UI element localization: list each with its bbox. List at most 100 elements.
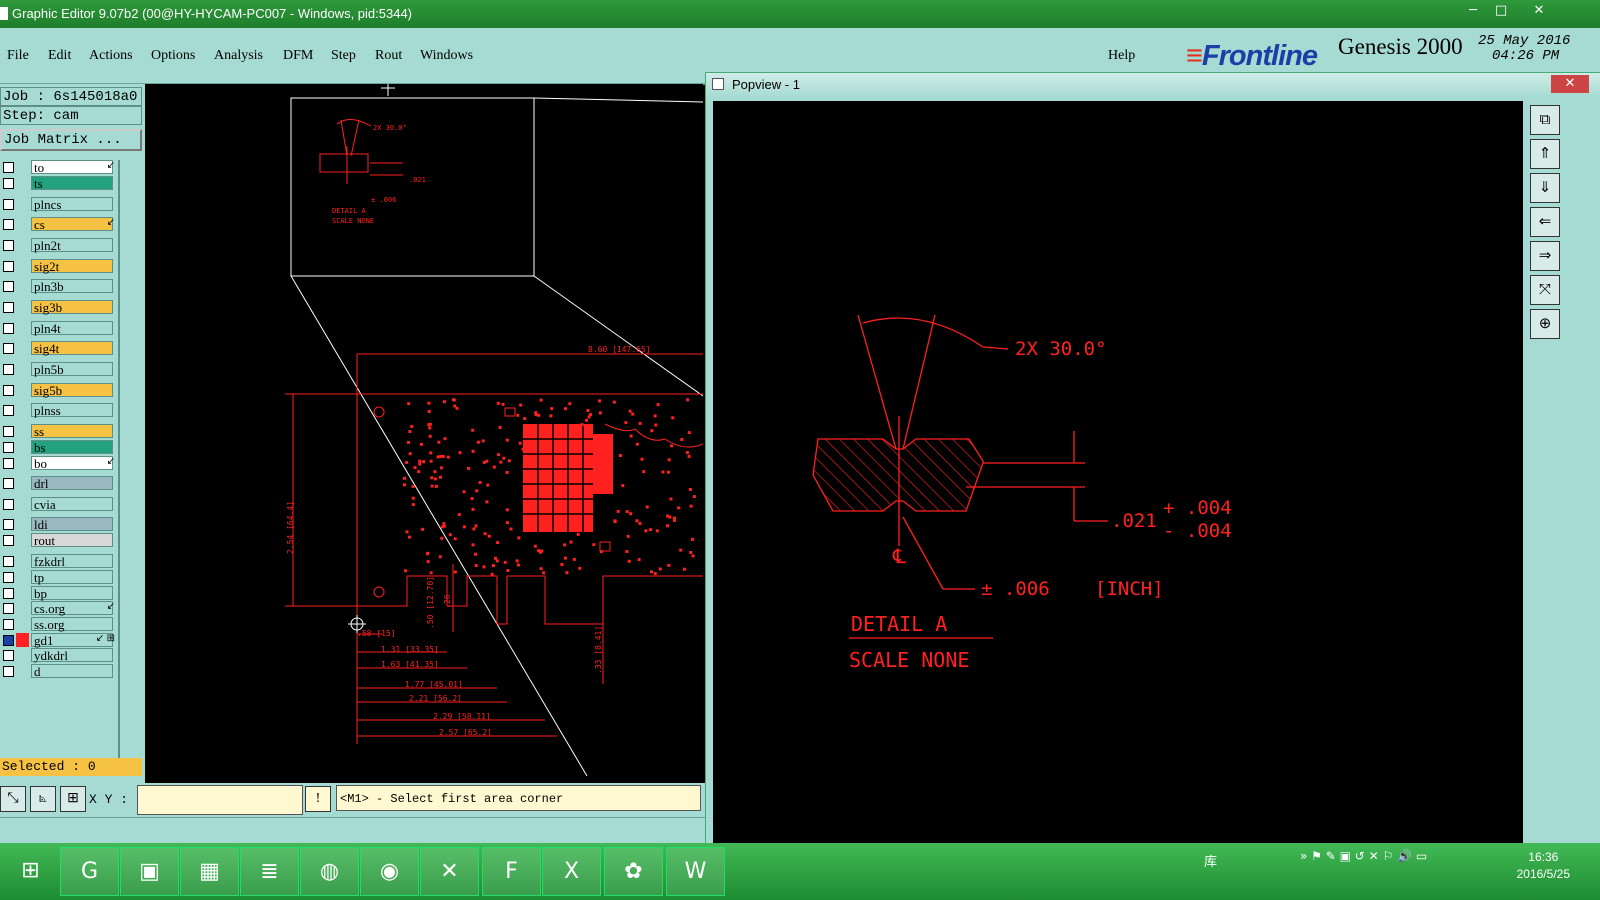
minimize-button[interactable]: ─ xyxy=(1460,2,1486,20)
layer-row[interactable]: gd1 ↙ ⊞ xyxy=(0,633,118,648)
layer-row[interactable]: rout xyxy=(0,533,118,548)
layer-name[interactable]: ydkdrl xyxy=(31,648,113,663)
layer-name[interactable]: cvia xyxy=(31,497,113,512)
layer-name[interactable]: to xyxy=(31,160,113,175)
layer-checkbox[interactable] xyxy=(3,162,14,173)
layer-name[interactable]: tp xyxy=(31,570,113,585)
layer-checkbox[interactable] xyxy=(3,635,14,646)
layer-checkbox[interactable] xyxy=(3,556,14,567)
popview-close-button[interactable]: ✕ xyxy=(1551,75,1589,93)
layer-name[interactable]: bo xyxy=(31,456,113,471)
popview-pan-up-icon[interactable]: ⇑ xyxy=(1530,139,1560,169)
task-browser-icon[interactable]: ◍ xyxy=(300,847,359,896)
layer-checkbox[interactable] xyxy=(3,458,14,469)
task-viewer-icon[interactable]: ◉ xyxy=(360,847,419,896)
layer-name[interactable]: cs xyxy=(31,217,113,232)
tray-icons[interactable]: » ⚑ ✎ ▣ ↺ ✕ ⚐ 🔊 ▭ xyxy=(1300,849,1427,863)
layer-name[interactable]: bp xyxy=(31,586,113,601)
layer-row[interactable]: sig4t xyxy=(0,341,118,356)
layer-name[interactable]: ts xyxy=(31,176,113,191)
layer-checkbox[interactable] xyxy=(3,343,14,354)
layer-checkbox[interactable] xyxy=(3,619,14,630)
layer-row[interactable]: ldi xyxy=(0,517,118,532)
layer-row[interactable]: plncs xyxy=(0,197,118,212)
popview-pan-down-icon[interactable]: ⇓ xyxy=(1530,173,1560,203)
layer-name[interactable]: pln4t xyxy=(31,321,113,336)
menu-windows[interactable]: Windows xyxy=(420,48,473,64)
graphic-canvas[interactable]: 2X 30.0° .021 ± .006 DETAIL A SCALE NONE xyxy=(145,81,704,784)
menu-step[interactable]: Step xyxy=(331,48,356,64)
menu-help[interactable]: Help xyxy=(1108,48,1135,64)
popview-zoom-in-icon[interactable]: ⊕ xyxy=(1530,309,1560,339)
task-word-icon[interactable]: W xyxy=(666,847,725,896)
layer-name[interactable]: fzkdrl xyxy=(31,554,113,569)
layer-checkbox[interactable] xyxy=(3,426,14,437)
layer-row[interactable]: drl xyxy=(0,476,118,491)
menu-options[interactable]: Options xyxy=(151,48,195,64)
layer-row[interactable]: ss.org xyxy=(0,617,118,632)
layer-checkbox[interactable] xyxy=(3,302,14,313)
layer-row[interactable]: pln5b xyxy=(0,362,118,377)
layer-checkbox[interactable] xyxy=(3,405,14,416)
layer-checkbox[interactable] xyxy=(3,666,14,677)
menu-dfm[interactable]: DFM xyxy=(283,48,313,64)
layer-checkbox[interactable] xyxy=(3,364,14,375)
layer-checkbox[interactable] xyxy=(3,535,14,546)
layer-checkbox[interactable] xyxy=(3,499,14,510)
layer-name[interactable]: pln3b xyxy=(31,279,113,294)
layer-row[interactable]: sig3b xyxy=(0,300,118,315)
layer-name[interactable]: plncs xyxy=(31,197,113,212)
layer-row[interactable]: plnss xyxy=(0,403,118,418)
layer-name[interactable]: sig4t xyxy=(31,341,113,356)
zoom-area-tool[interactable]: ⤡ xyxy=(0,786,26,812)
layer-name[interactable]: sig2t xyxy=(31,259,113,274)
layer-checkbox[interactable] xyxy=(3,323,14,334)
layer-checkbox[interactable] xyxy=(3,199,14,210)
layer-checkbox[interactable] xyxy=(3,240,14,251)
menu-rout[interactable]: Rout xyxy=(375,48,402,64)
task-save-icon[interactable]: ▣ xyxy=(120,847,179,896)
menu-analysis[interactable]: Analysis xyxy=(214,48,263,64)
task-notepad-icon[interactable]: ≣ xyxy=(240,847,299,896)
alert-icon[interactable]: ! xyxy=(305,786,331,812)
popview-pan-left-icon[interactable]: ⇐ xyxy=(1530,207,1560,237)
layer-row[interactable]: sig2t xyxy=(0,259,118,274)
layer-row[interactable]: cvia xyxy=(0,497,118,512)
xy-input[interactable] xyxy=(137,785,303,815)
layer-row[interactable]: cs.org ↙ xyxy=(0,601,118,616)
layer-row[interactable]: ydkdrl xyxy=(0,648,118,663)
task-shell-icon[interactable]: ✿ xyxy=(604,847,663,896)
layer-checkbox[interactable] xyxy=(3,219,14,230)
layer-checkbox[interactable] xyxy=(3,572,14,583)
layer-checkbox[interactable] xyxy=(3,281,14,292)
clock[interactable]: 16:36 2016/5/25 xyxy=(1517,849,1570,883)
task-app-genesis-icon[interactable]: G xyxy=(60,847,119,896)
layer-name[interactable]: sig5b xyxy=(31,383,113,398)
layer-row[interactable]: bs xyxy=(0,440,118,455)
grid-tool[interactable]: ⊞ xyxy=(60,786,86,812)
layer-row[interactable]: fzkdrl xyxy=(0,554,118,569)
layer-row[interactable]: ss xyxy=(0,424,118,439)
layer-checkbox[interactable] xyxy=(3,603,14,614)
layer-row[interactable]: sig5b xyxy=(0,383,118,398)
task-calculator-icon[interactable]: ▦ xyxy=(180,847,239,896)
job-matrix-button[interactable]: Job Matrix ... xyxy=(0,129,142,151)
menu-file[interactable]: File xyxy=(7,48,29,64)
layer-checkbox[interactable] xyxy=(3,650,14,661)
menu-actions[interactable]: Actions xyxy=(89,48,133,64)
task-x-icon[interactable]: ✕ xyxy=(420,847,479,896)
layer-row[interactable]: bp xyxy=(0,586,118,601)
menu-edit[interactable]: Edit xyxy=(48,48,71,64)
layer-name[interactable]: ss.org xyxy=(31,617,113,632)
popview-fit-icon[interactable]: ⧉ xyxy=(1530,105,1560,135)
layer-row[interactable]: to ↙ xyxy=(0,160,118,175)
layer-name[interactable]: drl xyxy=(31,476,113,491)
layer-name[interactable]: bs xyxy=(31,440,113,455)
layer-row[interactable]: d xyxy=(0,664,118,679)
layer-checkbox[interactable] xyxy=(3,385,14,396)
popview-pan-right-icon[interactable]: ⇒ xyxy=(1530,241,1560,271)
maximize-button[interactable]: □ xyxy=(1488,2,1514,20)
layer-checkbox[interactable] xyxy=(3,178,14,189)
layer-name[interactable]: ss xyxy=(31,424,113,439)
layer-row[interactable]: cs ↙ xyxy=(0,217,118,232)
